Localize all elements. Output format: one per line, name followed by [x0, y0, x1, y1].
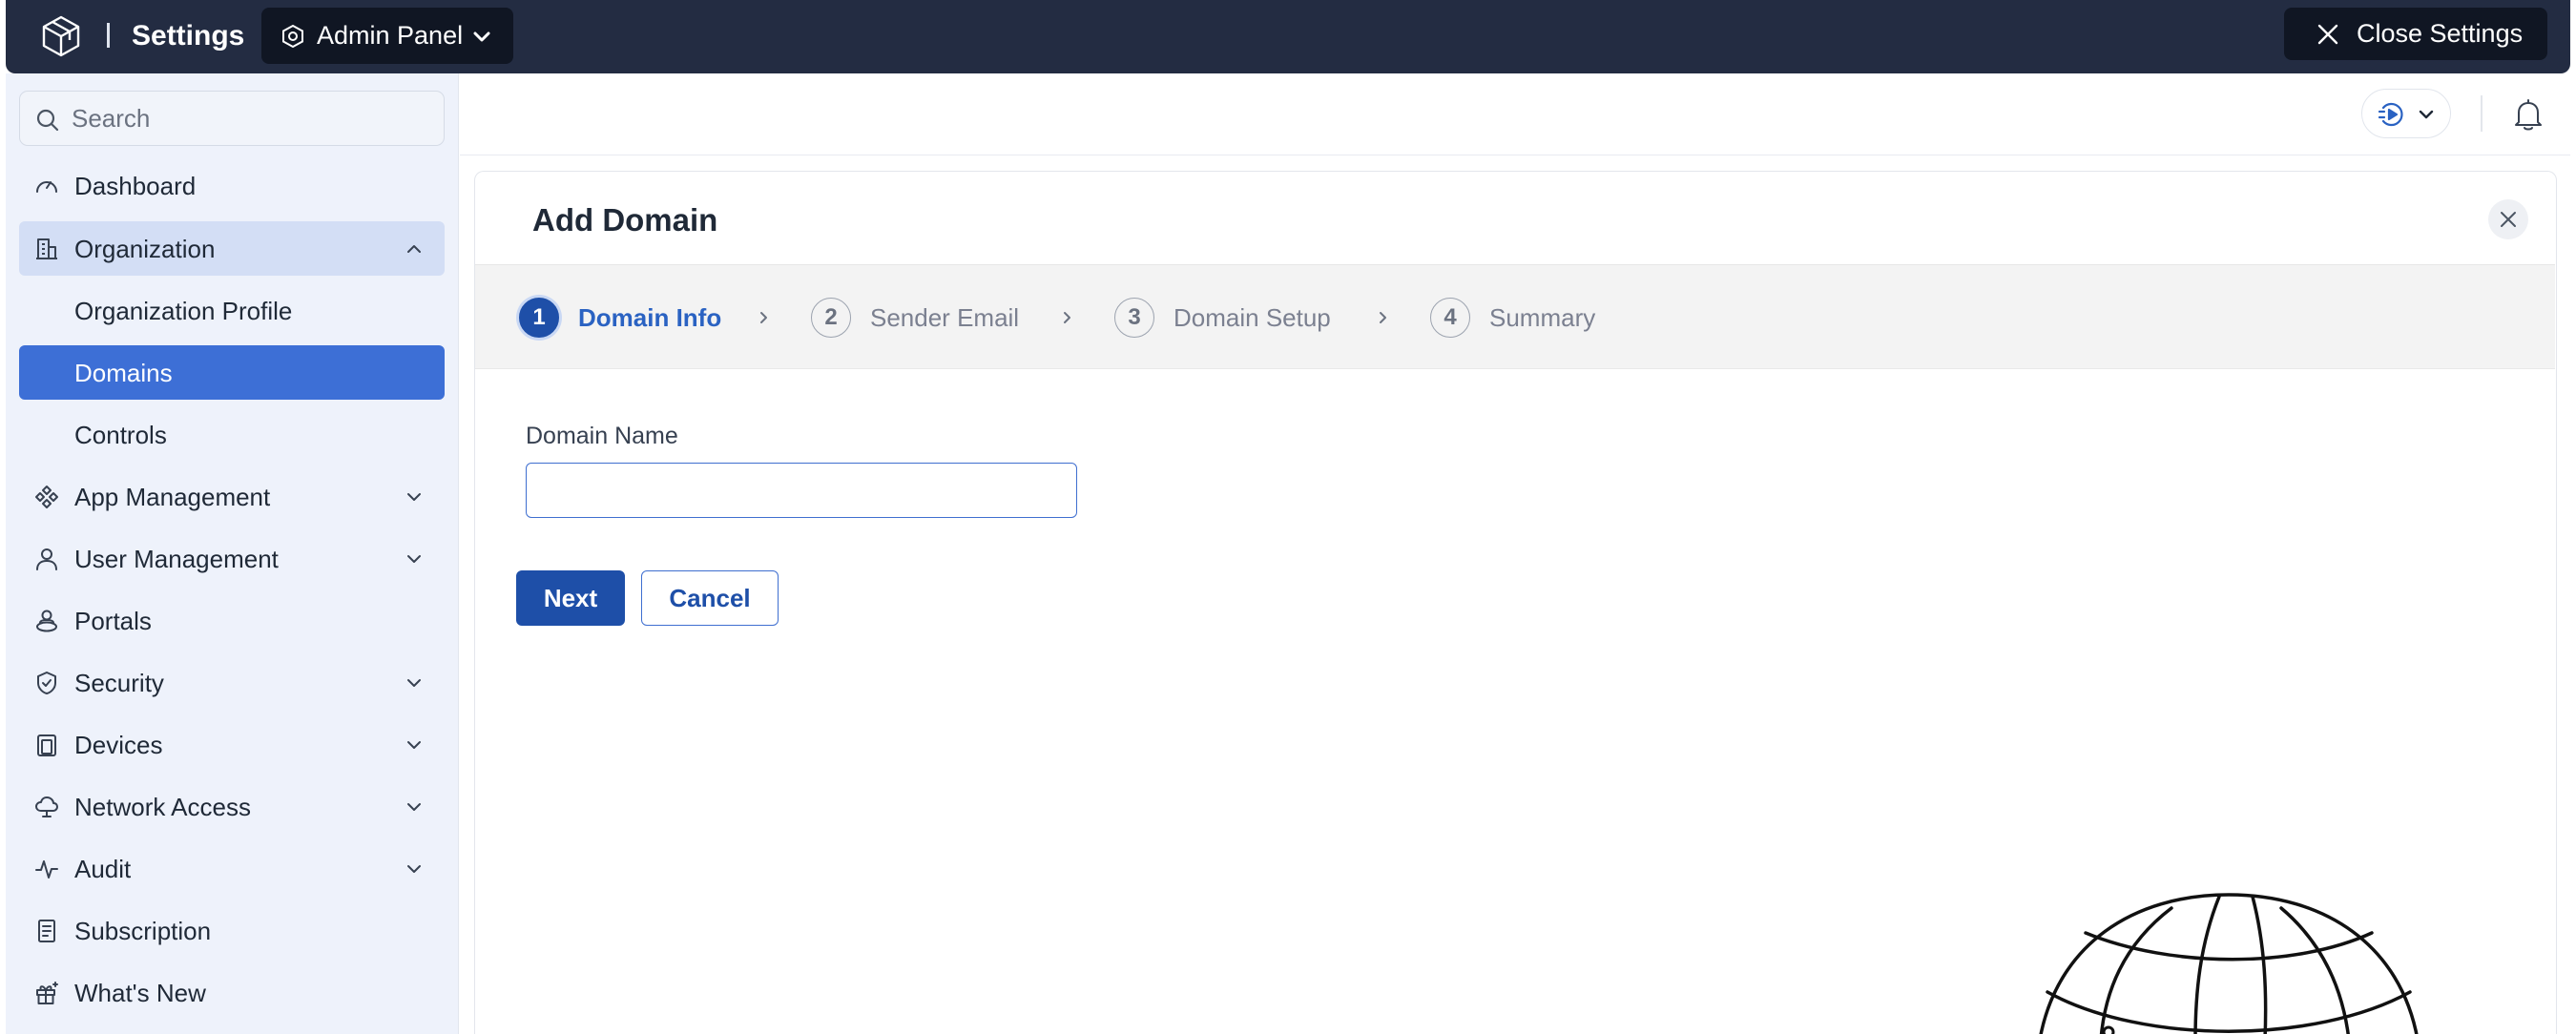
gift-icon — [36, 982, 58, 1004]
shield-icon — [37, 672, 56, 694]
sidebar-item-security[interactable]: Security — [19, 655, 445, 710]
step-number: 4 — [1430, 298, 1470, 338]
main-header — [460, 73, 2570, 155]
sidebar-item-label: Security — [74, 669, 164, 697]
domain-name-label: Domain Name — [526, 423, 678, 449]
sidebar-item-portals[interactable]: Portals — [19, 593, 445, 648]
sidebar-item-audit[interactable]: Audit — [19, 841, 445, 896]
cancel-button[interactable]: Cancel — [641, 570, 779, 626]
play-tour-icon — [2378, 102, 2403, 127]
devices-icon — [37, 734, 56, 756]
add-domain-panel: Add Domain 1 Domain Info 2 Sender Email … — [474, 171, 2557, 1034]
wizard-stepper: 1 Domain Info 2 Sender Email 3 Domain Se… — [475, 264, 2555, 369]
user-icon — [36, 548, 57, 570]
close-icon — [2317, 24, 2338, 45]
guided-tour-button[interactable] — [2361, 89, 2451, 138]
sidebar-item-organization[interactable]: Organization — [19, 221, 445, 276]
sidebar-item-subscription[interactable]: Subscription — [19, 903, 445, 958]
chevron-down-icon — [2419, 110, 2434, 119]
cloud-icon — [35, 796, 58, 817]
top-bar: Settings Admin Panel Close Settings — [6, 0, 2570, 73]
sidebar-item-network-access[interactable]: Network Access — [19, 779, 445, 834]
admin-panel-switcher[interactable]: Admin Panel — [261, 8, 513, 64]
chevron-down-icon — [473, 31, 490, 42]
cube-logo-icon — [42, 15, 80, 57]
step-number: 3 — [1114, 298, 1154, 338]
sidebar-item-label: Portals — [74, 607, 152, 635]
step-number: 1 — [519, 298, 559, 338]
chevron-right-icon — [1380, 312, 1386, 323]
sidebar-item-app-management[interactable]: App Management — [19, 469, 445, 524]
next-button[interactable]: Next — [516, 570, 625, 626]
chevron-down-icon — [407, 679, 421, 687]
chevron-down-icon — [407, 741, 421, 749]
pulse-icon — [35, 860, 58, 879]
dashboard-icon — [36, 181, 57, 193]
sidebar: Dashboard Organization Organization Prof… — [6, 73, 459, 1034]
chevron-right-icon — [760, 312, 767, 323]
building-icon — [36, 238, 57, 259]
sidebar-item-user-management[interactable]: User Management — [19, 531, 445, 586]
sidebar-item-label: Organization Profile — [74, 297, 293, 325]
receipt-icon — [38, 920, 55, 942]
sidebar-item-label: User Management — [74, 545, 279, 573]
sidebar-item-devices[interactable]: Devices — [19, 717, 445, 772]
sidebar-item-label: App Management — [74, 483, 271, 511]
sidebar-item-whats-new[interactable]: What's New — [19, 965, 445, 1020]
bell-icon[interactable] — [2513, 98, 2544, 131]
chevron-down-icon — [407, 803, 421, 811]
portal-icon — [36, 610, 57, 632]
step-label: Domain Info — [578, 303, 722, 332]
chevron-down-icon — [407, 865, 421, 873]
chevron-right-icon — [1064, 312, 1070, 323]
sidebar-item-dashboard[interactable]: Dashboard — [19, 158, 445, 213]
sidebar-item-label: Domains — [74, 359, 173, 387]
chevron-up-icon — [407, 245, 421, 253]
chevron-down-icon — [407, 493, 421, 501]
sidebar-item-label: Subscription — [74, 917, 212, 945]
domain-name-input[interactable] — [526, 463, 1077, 518]
sidebar-item-label: Controls — [74, 421, 167, 449]
sidebar-item-label: Dashboard — [74, 172, 197, 200]
search-box[interactable] — [19, 91, 445, 146]
sidebar-item-organization-profile[interactable]: Organization Profile — [19, 283, 445, 338]
sidebar-item-label: Network Access — [74, 793, 251, 821]
apps-icon — [35, 486, 58, 508]
panel-close-button[interactable] — [2488, 199, 2528, 239]
step-label: Sender Email — [870, 303, 1020, 332]
search-input[interactable] — [72, 101, 434, 135]
sidebar-item-label: What's New — [74, 979, 206, 1007]
sidebar-item-label: Audit — [74, 855, 132, 883]
title-separator — [107, 23, 110, 48]
panel-title: Add Domain — [532, 202, 718, 238]
step-label: Summary — [1489, 303, 1596, 332]
admin-panel-label: Admin Panel — [317, 21, 464, 50]
app-title: Settings — [132, 20, 245, 52]
sidebar-item-controls[interactable]: Controls — [19, 407, 445, 462]
sidebar-item-label: Devices — [74, 731, 163, 759]
globe-illustration — [2039, 893, 2419, 1034]
chevron-down-icon — [407, 555, 421, 563]
sidebar-item-label: Organization — [74, 235, 216, 263]
hexagon-icon — [282, 24, 303, 49]
header-separator — [2481, 95, 2483, 132]
sidebar-item-domains[interactable]: Domains — [19, 345, 445, 400]
close-settings-button[interactable]: Close Settings — [2284, 8, 2547, 60]
step-label: Domain Setup — [1174, 303, 1331, 332]
close-settings-label: Close Settings — [2357, 19, 2524, 48]
close-icon — [2501, 212, 2516, 227]
search-icon — [36, 109, 59, 132]
step-number: 2 — [811, 298, 851, 338]
